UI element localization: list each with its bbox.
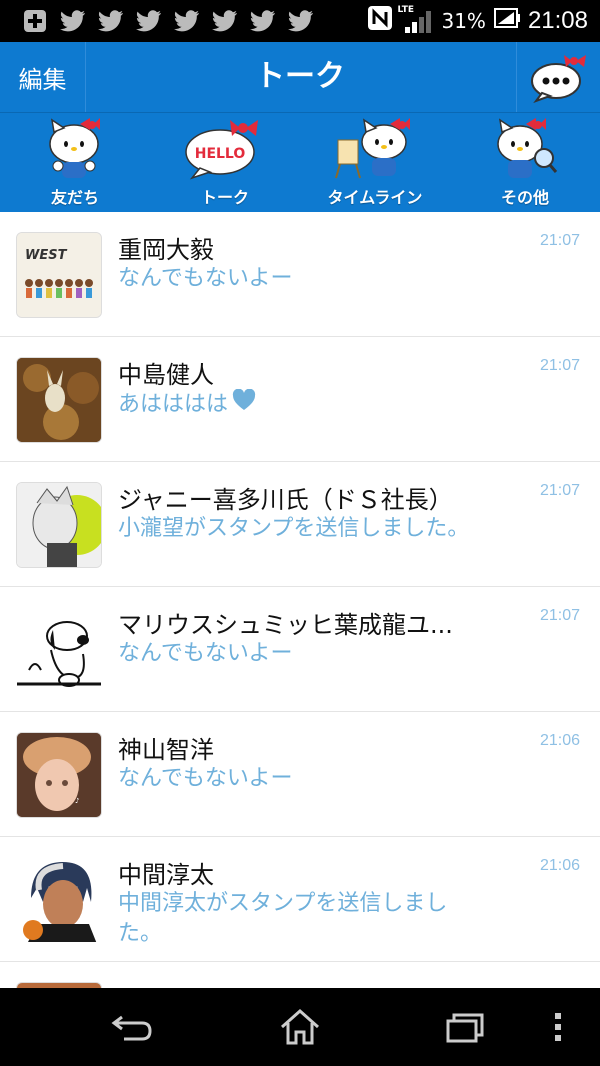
overflow-menu-icon: [555, 1013, 561, 1041]
chat-name: 重岡大毅: [118, 236, 214, 264]
chat-row[interactable]: あはははは 中島健人 21:07: [0, 337, 600, 462]
tab-bar: 友だち HELLO トーク タイムライン その他: [0, 112, 600, 212]
chat-time: 21:06: [539, 732, 580, 749]
twitter-icon: [174, 9, 200, 33]
tab-more-label: その他: [500, 188, 549, 207]
hello-kitty-more-icon: [497, 118, 558, 178]
edit-button[interactable]: 編集: [0, 42, 86, 112]
speech-bubble-bow-icon: [530, 55, 586, 103]
chat-message: なんでもないよー: [118, 266, 293, 291]
chat-message: あはははは: [118, 388, 478, 420]
signal-icon: LTE: [397, 5, 433, 35]
tab-timeline[interactable]: タイムライン: [300, 113, 450, 212]
chat-name: 中島健人: [118, 361, 214, 389]
clock: 21:08: [527, 7, 588, 34]
recent-apps-button[interactable]: [416, 988, 516, 1066]
chat-name: ジャニー喜多川氏（ドＳ社長）: [118, 486, 453, 514]
home-button[interactable]: [250, 988, 350, 1066]
avatar: [16, 607, 102, 693]
navigation-bar: [0, 988, 600, 1066]
tab-friends[interactable]: 友だち: [0, 113, 150, 212]
back-arrow-icon: [111, 1015, 152, 1041]
battery-icon: [493, 7, 520, 35]
chat-row[interactable]: 中間淳太 中間淳太がスタンプを送信しました。 21:06: [0, 837, 600, 962]
recent-apps-icon: [446, 1013, 484, 1043]
avatar: ♪: [16, 732, 102, 818]
chat-message: 中間淳太がスタンプを送信しました。: [118, 891, 448, 946]
twitter-icon: [288, 9, 314, 33]
svg-text:♪: ♪: [75, 797, 79, 805]
avatar: [16, 357, 102, 443]
heart-icon: [232, 388, 256, 420]
home-icon: [281, 1008, 319, 1045]
tab-talk-label: トーク: [200, 188, 249, 207]
chat-name: マリウスシュミッヒ葉成龍ユ...: [118, 611, 453, 639]
chat-row[interactable]: WEST 重岡大毅 なんでもないよー 21:07: [0, 212, 600, 337]
chat-message: 小瀧望がスタンプを送信しました。: [118, 516, 470, 541]
chat-time: 21:07: [539, 357, 580, 374]
chat-row[interactable]: マリウスシュミッヒ葉成龍ユ... なんでもないよー 21:07: [0, 587, 600, 712]
twitter-icon: [98, 9, 124, 33]
chat-message-text: あはははは: [118, 391, 229, 417]
chat-list: WEST 重岡大毅 なんでもないよー 21:07 あはははは 中島健人 21:0…: [0, 212, 600, 988]
twitter-icon: [60, 9, 86, 33]
svg-text:HELLO: HELLO: [195, 146, 246, 162]
avatar: WEST: [16, 232, 102, 318]
page-title: トーク: [255, 59, 345, 94]
twitter-icon: [250, 9, 276, 33]
chat-message: なんでもないよー: [118, 766, 293, 791]
hello-kitty-friends-icon: [49, 118, 100, 178]
chat-time: 21:07: [539, 482, 580, 499]
status-bar: LTE 31% 21:08: [0, 0, 600, 42]
battery-percent: 31%: [441, 9, 486, 33]
app-header: トーク 編集: [0, 42, 600, 112]
avatar: [16, 857, 102, 943]
chat-name: 中間淳太: [118, 861, 214, 889]
chat-name: 神山智洋: [118, 736, 214, 764]
back-button[interactable]: [82, 988, 182, 1066]
tab-friends-label: 友だち: [50, 188, 99, 207]
menu-button[interactable]: [516, 988, 600, 1066]
avatar: [16, 482, 102, 568]
chat-time: 21:06: [539, 857, 580, 874]
hello-kitty-timeline-icon: [335, 118, 410, 179]
new-chat-button[interactable]: [516, 42, 600, 112]
system-status: LTE 31% 21:08: [367, 0, 588, 42]
add-icon: [22, 9, 48, 33]
chat-time: 21:07: [539, 607, 580, 624]
chat-message: なんでもないよー: [118, 641, 293, 666]
twitter-icon: [212, 9, 238, 33]
chat-time: 21:07: [539, 232, 580, 249]
hello-bubble-icon: HELLO: [185, 120, 258, 180]
chat-row[interactable]: ジャニー喜多川氏（ドＳ社長） 小瀧望がスタンプを送信しました。 21:07: [0, 462, 600, 587]
chat-row[interactable]: ♪ 神山智洋 なんでもないよー 21:06: [0, 712, 600, 837]
twitter-icon: [136, 9, 162, 33]
tab-timeline-label: タイムライン: [327, 188, 423, 207]
tab-more[interactable]: その他: [450, 113, 600, 212]
tab-talk[interactable]: HELLO トーク: [150, 113, 300, 212]
nfc-icon: [367, 5, 393, 37]
svg-text:WEST: WEST: [25, 248, 68, 263]
chat-row-partial[interactable]: [0, 962, 600, 988]
notification-icons: [0, 9, 314, 33]
